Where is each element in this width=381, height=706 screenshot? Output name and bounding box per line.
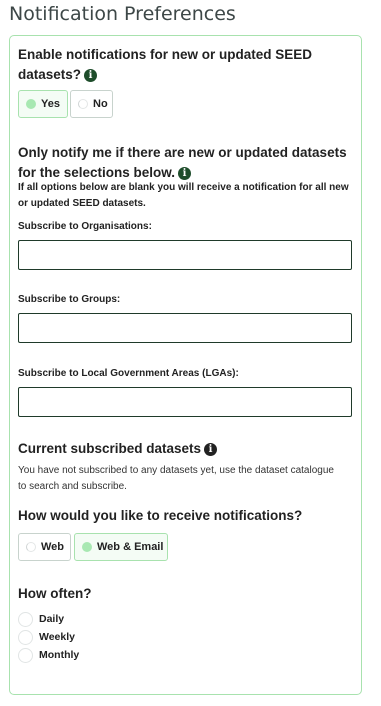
frequency-question: How often? bbox=[18, 586, 92, 601]
page-title: Notification Preferences bbox=[9, 3, 236, 25]
info-icon[interactable]: i bbox=[204, 443, 218, 456]
frequency-option-label: Weekly bbox=[39, 631, 75, 643]
radio-dot-icon bbox=[82, 542, 92, 552]
method-web-label: Web bbox=[41, 541, 65, 553]
frequency-option-daily[interactable]: Daily bbox=[18, 610, 64, 628]
method-web-button[interactable]: Web bbox=[18, 533, 71, 561]
radio-circle-icon bbox=[18, 647, 33, 663]
organisations-input[interactable] bbox=[18, 240, 352, 270]
organisations-label: Subscribe to Organisations: bbox=[18, 221, 152, 232]
notification-preferences-panel: Enable notifications for new or updated … bbox=[9, 35, 362, 695]
filters-note: If all options below are blank you will … bbox=[18, 182, 349, 209]
subscribed-message: You have not subscribed to any datasets … bbox=[18, 465, 334, 492]
enable-no-button[interactable]: No bbox=[70, 90, 113, 118]
radio-circle-icon bbox=[18, 629, 33, 645]
info-icon[interactable]: i bbox=[84, 69, 98, 82]
frequency-option-label: Monthly bbox=[39, 649, 80, 661]
radio-circle-icon bbox=[18, 611, 33, 627]
frequency-option-weekly[interactable]: Weekly bbox=[18, 628, 75, 646]
filters-heading: Only notify me if there are new or updat… bbox=[18, 143, 353, 183]
subscribed-heading: Current subscribed datasets i bbox=[18, 439, 318, 459]
enable-question-text: Enable notifications for new or updated … bbox=[18, 47, 313, 82]
method-web-email-button[interactable]: Web & Email bbox=[74, 533, 168, 561]
lgas-input[interactable] bbox=[18, 387, 352, 417]
groups-label: Subscribe to Groups: bbox=[18, 294, 121, 305]
frequency-option-monthly[interactable]: Monthly bbox=[18, 646, 79, 664]
subscribed-heading-text: Current subscribed datasets bbox=[18, 441, 202, 456]
enable-yes-button[interactable]: Yes bbox=[18, 90, 68, 118]
enable-no-label: No bbox=[93, 98, 108, 110]
radio-dot-icon bbox=[78, 99, 88, 109]
info-icon[interactable]: i bbox=[178, 167, 192, 180]
radio-dot-icon bbox=[26, 542, 36, 552]
enable-question: Enable notifications for new or updated … bbox=[18, 45, 318, 85]
groups-input[interactable] bbox=[18, 313, 352, 343]
method-question: How would you like to receive notificati… bbox=[18, 508, 303, 523]
frequency-option-label: Daily bbox=[39, 613, 65, 625]
radio-dot-icon bbox=[26, 99, 36, 109]
method-web-email-label: Web & Email bbox=[97, 541, 164, 553]
enable-yes-label: Yes bbox=[41, 98, 60, 110]
lgas-label: Subscribe to Local Government Areas (LGA… bbox=[18, 368, 239, 379]
